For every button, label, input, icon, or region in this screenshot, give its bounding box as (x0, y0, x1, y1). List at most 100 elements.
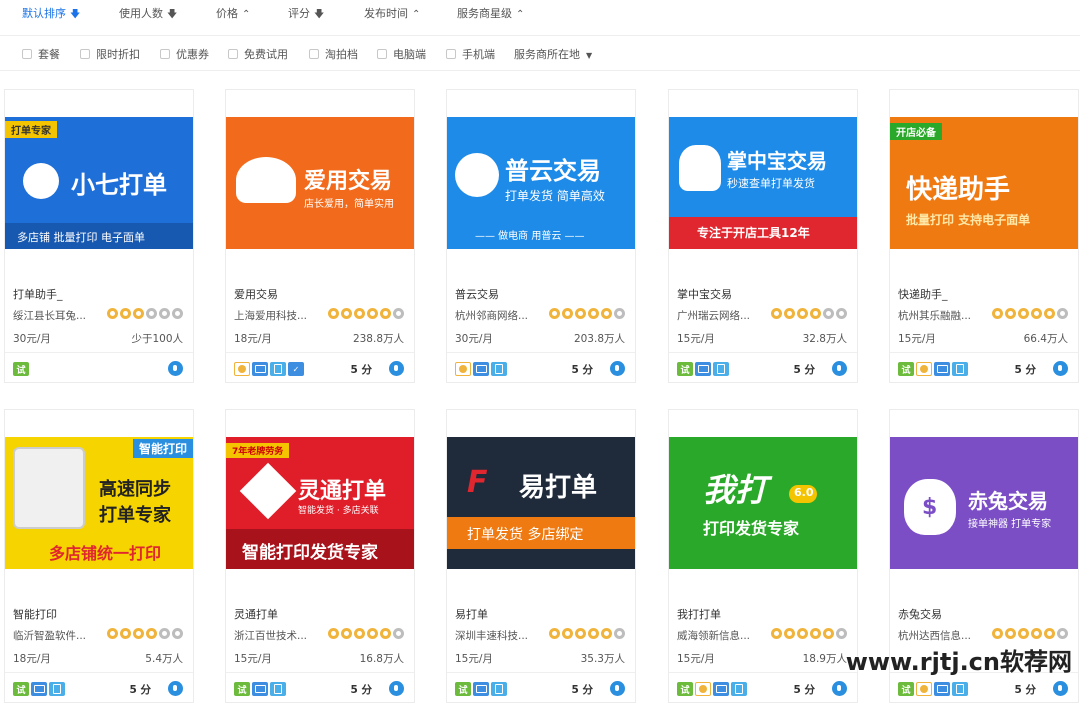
printer-icon (13, 447, 85, 529)
checkbox[interactable] (309, 49, 319, 59)
app-card[interactable]: 7年老牌劳务 灵通打单 智能发货 · 多店关联 智能打印发货专家 灵通打单 浙江… (225, 409, 415, 703)
star-filled-icon (120, 308, 131, 319)
sort-provider-stars[interactable]: 服务商星级 ⌃ (457, 0, 524, 28)
filter-package[interactable]: 套餐 (22, 47, 60, 63)
app-banner[interactable]: F 易打单 打单发货 多店绑定 (447, 437, 635, 569)
app-name[interactable]: 灵通打单 (234, 606, 278, 622)
filter-free-trial[interactable]: 免费试用 (228, 47, 288, 63)
app-card[interactable]: 开店必备 快递助手 批量打印 支持电子面单 快递助手_ 杭州其乐融融... 15… (889, 89, 1079, 383)
chat-icon[interactable] (832, 681, 847, 696)
filter-pc[interactable]: 电脑端 (377, 47, 426, 63)
app-banner[interactable]: 我打 6.0 打印发货专家 (669, 437, 857, 569)
star-filled-icon (1031, 308, 1042, 319)
star-filled-icon (992, 308, 1003, 319)
star-filled-icon (575, 308, 586, 319)
app-name[interactable]: 掌中宝交易 (677, 286, 732, 302)
app-name[interactable]: 我打打单 (677, 606, 721, 622)
app-banner[interactable]: 打单专家 小七打单 多店铺 批量打印 电子面单 (5, 117, 193, 249)
banner-subtitle: 多店铺 批量打印 电子面单 (17, 231, 145, 244)
company-name[interactable]: 浙江百世技术... (234, 628, 330, 643)
banner-subtitle: 打印发货专家 (703, 519, 800, 538)
chat-icon[interactable] (389, 361, 404, 376)
star-filled-icon (1044, 628, 1055, 639)
filter-bar: 套餐 限时折扣 优惠券 免费试用 淘拍档 电脑端 手机端 服务商所在地 ▼ (0, 37, 1080, 71)
star-filled-icon (354, 308, 365, 319)
checkbox[interactable] (446, 49, 456, 59)
app-banner[interactable]: 掌中宝交易 秒速查单打单发货 专注于开店工具12年 (669, 117, 857, 249)
pc-badge-icon (695, 362, 711, 376)
chat-icon[interactable] (168, 361, 183, 376)
banner-title: 高速同步 (99, 479, 171, 500)
sort-release-time[interactable]: 发布时间 ⌃ (364, 0, 420, 28)
sort-rating[interactable]: 评分 🡇 (288, 0, 324, 28)
company-name[interactable]: 深圳丰速科技... (455, 628, 551, 643)
chat-icon[interactable] (1053, 361, 1068, 376)
filter-discount[interactable]: 限时折扣 (80, 47, 140, 63)
sort-updown-icon: ⌃ (242, 9, 251, 20)
app-banner[interactable]: $ 赤兔交易 接单神器 打单专家 (890, 437, 1078, 569)
trial-badge-icon: 试 (677, 362, 693, 376)
pc-badge-icon (473, 682, 489, 696)
checkbox[interactable] (80, 49, 90, 59)
star-filled-icon (562, 308, 573, 319)
app-card[interactable]: 打单专家 小七打单 多店铺 批量打印 电子面单 打单助手_ 绥江县长耳兔... … (4, 89, 194, 383)
checkbox[interactable] (377, 49, 387, 59)
app-card[interactable]: F 易打单 打单发货 多店绑定 易打单 深圳丰速科技... 15元/月 35.3… (446, 409, 636, 703)
filter-location-dropdown[interactable]: 服务商所在地 ▼ (514, 47, 592, 63)
app-name[interactable]: 普云交易 (455, 286, 499, 302)
star-filled-icon (380, 628, 391, 639)
badges: 试 (13, 362, 29, 376)
app-card[interactable]: 爱用交易 店长爱用，简单实用 爱用交易 上海爱用科技... 18元/月 238.… (225, 89, 415, 383)
checkbox[interactable] (22, 49, 32, 59)
company-name[interactable]: 威海领新信息... (677, 628, 773, 643)
arrow-down-icon: 🡇 (167, 9, 178, 20)
chat-icon[interactable] (832, 361, 847, 376)
price: 15元/月 (898, 333, 936, 345)
company-name[interactable]: 上海爱用科技... (234, 308, 330, 323)
chat-icon[interactable] (610, 361, 625, 376)
app-card[interactable]: 普云交易 打单发货 简单高效 —— 做电商 用普云 —— 普云交易 杭州邻商网络… (446, 89, 636, 383)
filter-coupon[interactable]: 优惠券 (160, 47, 209, 63)
filter-mobile[interactable]: 手机端 (446, 47, 495, 63)
company-name[interactable]: 杭州其乐融融... (898, 308, 994, 323)
company-name[interactable]: 临沂智盈软件... (13, 628, 109, 643)
sort-price[interactable]: 价格 ⌃ (216, 0, 250, 28)
checkbox[interactable] (160, 49, 170, 59)
banner-title: 灵通打单 (298, 479, 387, 504)
checkbox[interactable] (228, 49, 238, 59)
app-banner[interactable]: 爱用交易 店长爱用，简单实用 (226, 117, 414, 249)
sort-bar: 默认排序 🡇 使用人数 🡇 价格 ⌃ 评分 🡇 发布时间 ⌃ 服务商星级 ⌃ (0, 0, 1080, 36)
app-banner[interactable]: 开店必备 快递助手 批量打印 支持电子面单 (890, 117, 1078, 249)
app-card[interactable]: 智能打印 高速同步 打单专家 多店铺统一打印 智能打印 临沂智盈软件... 18… (4, 409, 194, 703)
star-empty-icon (836, 308, 847, 319)
app-card[interactable]: 我打 6.0 打印发货专家 我打打单 威海领新信息... 15元/月 18.9万… (668, 409, 858, 703)
banner-footer: 专注于开店工具12年 (697, 226, 810, 240)
app-banner[interactable]: 普云交易 打单发货 简单高效 —— 做电商 用普云 —— (447, 117, 635, 249)
rating-stars (107, 628, 183, 640)
price: 18元/月 (13, 653, 51, 665)
sort-default[interactable]: 默认排序 🡇 (22, 0, 80, 28)
star-filled-icon (354, 628, 365, 639)
company-name[interactable]: 杭州邻商网络... (455, 308, 551, 323)
filter-partner[interactable]: 淘拍档 (309, 47, 358, 63)
star-filled-icon (107, 308, 118, 319)
brand-f-icon: F (467, 465, 488, 500)
company-name[interactable]: 广州瑞云网络... (677, 308, 773, 323)
dollar-icon: $ (922, 495, 938, 520)
chat-icon[interactable] (610, 681, 625, 696)
app-name[interactable]: 快递助手_ (898, 286, 948, 302)
app-banner[interactable]: 智能打印 高速同步 打单专家 多店铺统一打印 (5, 437, 193, 569)
company-name[interactable]: 杭州达西信息... (898, 628, 994, 643)
app-name[interactable]: 打单助手_ (13, 286, 63, 302)
app-name[interactable]: 赤兔交易 (898, 606, 942, 622)
chat-icon[interactable] (1053, 681, 1068, 696)
company-name[interactable]: 绥江县长耳兔... (13, 308, 109, 323)
sort-users[interactable]: 使用人数 🡇 (119, 0, 177, 28)
chat-icon[interactable] (168, 681, 183, 696)
app-name[interactable]: 智能打印 (13, 606, 57, 622)
app-card[interactable]: 掌中宝交易 秒速查单打单发货 专注于开店工具12年 掌中宝交易 广州瑞云网络..… (668, 89, 858, 383)
app-banner[interactable]: 7年老牌劳务 灵通打单 智能发货 · 多店关联 智能打印发货专家 (226, 437, 414, 569)
app-name[interactable]: 爱用交易 (234, 286, 278, 302)
app-name[interactable]: 易打单 (455, 606, 488, 622)
chat-icon[interactable] (389, 681, 404, 696)
